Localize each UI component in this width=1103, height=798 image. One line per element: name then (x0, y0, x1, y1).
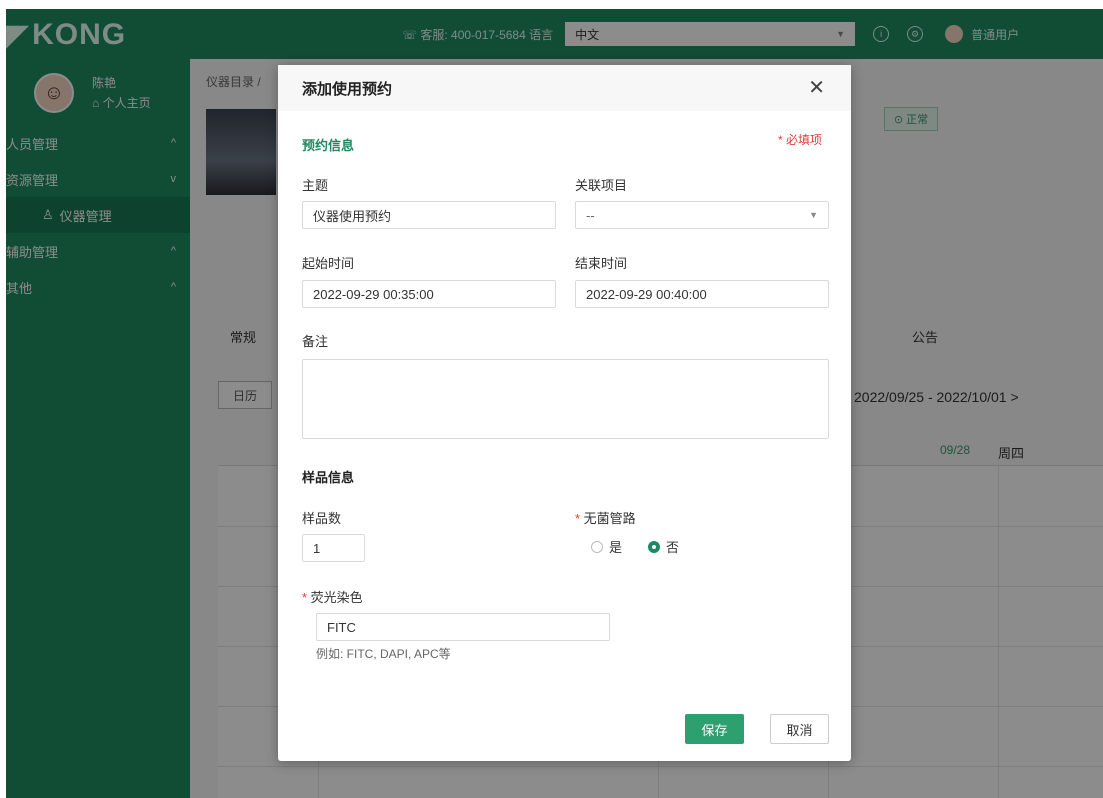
subject-input[interactable]: 仪器使用预约 (302, 201, 556, 229)
dropdown-arrow-icon: ▼ (809, 210, 818, 220)
close-icon[interactable]: ✕ (808, 78, 825, 98)
remark-label: 备注 (302, 334, 329, 349)
stain-label: * 荧光染色 (302, 590, 363, 605)
radio-checked-icon (648, 540, 660, 553)
stain-hint: 例如: FITC, DAPI, APC等 (316, 647, 451, 661)
end-time-label: 结束时间 (575, 256, 628, 271)
radio-unchecked-icon (591, 540, 603, 553)
section-booking-info: 预约信息 (302, 138, 355, 153)
project-select[interactable]: -- ▼ (575, 201, 829, 229)
dialog-title: 添加使用预约 (302, 80, 393, 98)
sterile-line-label: * 无菌管路 (575, 511, 636, 526)
app-window: ◤ KONG ☺ 陈艳 ⌂ 个人主页 人员管理 ^ 资源管理 v ♙ 仪器管理 … (6, 9, 1103, 798)
required-note: * 必填项 (778, 133, 823, 147)
subject-label: 主题 (302, 178, 329, 193)
start-time-label: 起始时间 (302, 256, 355, 271)
end-time-input[interactable]: 2022-09-29 00:40:00 (575, 280, 829, 308)
sterile-no-radio[interactable]: 否 (648, 537, 679, 556)
sterile-yes-radio[interactable]: 是 (591, 537, 622, 556)
sample-count-input[interactable]: 1 (302, 534, 365, 562)
project-label: 关联项目 (575, 178, 628, 193)
dialog-header: 添加使用预约 ✕ (278, 65, 851, 111)
cancel-button[interactable]: 取消 (770, 714, 829, 744)
stain-input[interactable]: FITC (316, 613, 610, 641)
sample-count-label: 样品数 (302, 511, 342, 526)
remark-textarea[interactable] (302, 359, 829, 439)
start-time-input[interactable]: 2022-09-29 00:35:00 (302, 280, 556, 308)
add-booking-dialog: 添加使用预约 ✕ 预约信息 * 必填项 主题 仪器使用预约 关联项目 -- ▼ … (278, 65, 851, 761)
section-sample-info: 样品信息 (302, 470, 355, 485)
save-button[interactable]: 保存 (685, 714, 744, 744)
